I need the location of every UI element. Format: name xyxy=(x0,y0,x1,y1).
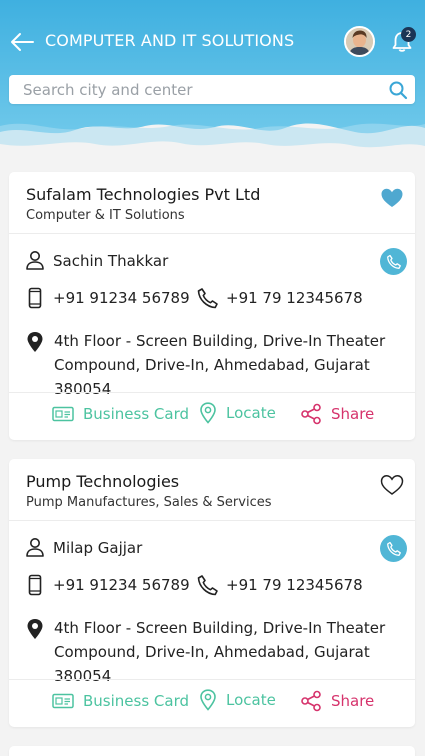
business-card-button[interactable]: Business Card xyxy=(52,692,189,710)
call-button[interactable] xyxy=(380,248,407,275)
divider xyxy=(9,679,415,680)
company-name[interactable]: Pump Technologies xyxy=(26,472,179,491)
page-title: COMPUTER AND IT SOLUTIONS xyxy=(45,31,295,50)
back-button[interactable] xyxy=(8,28,36,56)
person-icon xyxy=(26,251,44,270)
share-label: Share xyxy=(331,692,375,710)
favorite-heart-icon[interactable] xyxy=(379,185,405,211)
business-card-label: Business Card xyxy=(83,692,190,710)
mobile-number[interactable]: +91 91234 56789 xyxy=(53,576,190,594)
share-label: Share xyxy=(331,405,375,423)
mobile-number[interactable]: +91 91234 56789 xyxy=(53,289,190,307)
share-icon xyxy=(301,403,321,425)
business-card-icon xyxy=(52,693,74,709)
search-bar[interactable]: Search city and center xyxy=(9,75,415,104)
divider xyxy=(9,392,415,393)
listing-card[interactable]: Sufalam Technologies Pvt Ltd Computer & … xyxy=(9,172,415,440)
locate-button[interactable]: Locate xyxy=(199,689,276,711)
phone-number[interactable]: +91 79 12345678 xyxy=(226,576,363,594)
mobile-phone-icon xyxy=(28,574,42,596)
listing-card[interactable]: Pump Technologies Pump Manufactures, Sal… xyxy=(9,459,415,727)
header: COMPUTER AND IT SOLUTIONS 2 Search city … xyxy=(0,0,425,152)
listing-card[interactable] xyxy=(9,746,415,756)
notification-badge: 2 xyxy=(401,27,416,42)
avatar-portrait-icon xyxy=(346,28,373,55)
address: 4th Floor - Screen Building, Drive-In Th… xyxy=(54,619,386,685)
favorite-heart-outline-icon[interactable] xyxy=(379,472,405,498)
company-category: Pump Manufactures, Sales & Services xyxy=(26,495,272,510)
landline-phone-icon xyxy=(197,288,218,309)
back-arrow-icon xyxy=(11,33,34,51)
call-button[interactable] xyxy=(380,535,407,562)
share-icon xyxy=(301,690,321,712)
phone-call-icon xyxy=(386,254,401,269)
locate-label: Locate xyxy=(226,404,276,422)
divider xyxy=(9,233,415,234)
contact-person: Milap Gajjar xyxy=(53,539,143,557)
mobile-phone-icon xyxy=(28,287,42,309)
company-name[interactable]: Sufalam Technologies Pvt Ltd xyxy=(26,185,260,204)
search-icon[interactable] xyxy=(387,79,409,101)
divider xyxy=(9,520,415,521)
locate-label: Locate xyxy=(226,691,276,709)
phone-number[interactable]: +91 79 12345678 xyxy=(226,289,363,307)
business-card-label: Business Card xyxy=(83,405,190,423)
locate-button[interactable]: Locate xyxy=(199,402,276,424)
business-card-button[interactable]: Business Card xyxy=(52,405,189,423)
locate-pin-icon xyxy=(200,402,216,424)
location-pin-icon xyxy=(27,619,43,639)
user-avatar[interactable] xyxy=(344,26,375,57)
top-bar: COMPUTER AND IT SOLUTIONS 2 xyxy=(0,0,425,84)
share-button[interactable]: Share xyxy=(300,403,374,425)
address: 4th Floor - Screen Building, Drive-In Th… xyxy=(54,332,386,398)
business-card-icon xyxy=(52,406,74,422)
company-category: Computer & IT Solutions xyxy=(26,208,185,223)
contact-person: Sachin Thakkar xyxy=(53,252,169,270)
phone-call-icon xyxy=(386,541,401,556)
search-input[interactable]: Search city and center xyxy=(23,81,193,99)
share-button[interactable]: Share xyxy=(300,690,374,712)
locate-pin-icon xyxy=(200,689,216,711)
landline-phone-icon xyxy=(197,575,218,596)
location-pin-icon xyxy=(27,332,43,352)
person-icon xyxy=(26,538,44,557)
